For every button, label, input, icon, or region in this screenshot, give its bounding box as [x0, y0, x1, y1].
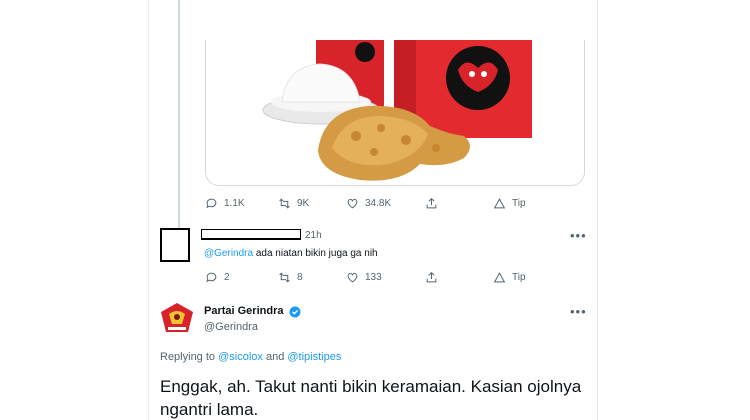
- reply-body: ada niatan bikin juga ga nih: [255, 248, 378, 259]
- retweet-icon: [279, 272, 290, 283]
- avatar[interactable]: [160, 302, 194, 336]
- reply-text: @Gerindra ada niatan bikin juga ga nih: [204, 248, 378, 259]
- replying-to-line: Replying to @sicolox and @tipistipes: [160, 351, 341, 363]
- fried-chicken-photo: [206, 40, 584, 185]
- replying-user-link[interactable]: @tipistipes: [287, 351, 341, 363]
- share-action[interactable]: [425, 271, 444, 284]
- share-icon: [426, 271, 437, 283]
- author-handle[interactable]: @Gerindra: [204, 321, 258, 333]
- garuda-logo-icon: [161, 303, 193, 332]
- more-options-icon[interactable]: •••: [570, 304, 587, 319]
- like-action[interactable]: 34.8K: [346, 197, 391, 210]
- tip-label: Tip: [512, 198, 526, 209]
- retweet-count: 8: [297, 272, 303, 283]
- more-options-icon[interactable]: •••: [570, 228, 587, 243]
- heart-icon: [347, 198, 358, 209]
- retweet-action[interactable]: 8: [278, 271, 303, 284]
- heart-icon: [347, 272, 358, 283]
- retweet-action[interactable]: 9K: [278, 197, 309, 210]
- reply-mention-link[interactable]: @Gerindra: [204, 248, 253, 259]
- thread-connector-line: [178, 0, 180, 232]
- censored-username: [201, 229, 301, 240]
- replying-user-link[interactable]: @sicolox: [218, 351, 263, 363]
- tweet-text: Enggak, ah. Takut nanti bikin keramaian.…: [160, 375, 600, 420]
- reply-action[interactable]: 2: [205, 271, 230, 284]
- tweet-media-image[interactable]: [205, 40, 585, 186]
- share-icon: [426, 197, 437, 209]
- tweet-text-line: Enggak, ah. Takut nanti bikin keramaian.…: [160, 377, 582, 396]
- reply-count: 2: [224, 272, 230, 283]
- like-count: 133: [365, 272, 382, 283]
- share-action[interactable]: [425, 197, 444, 210]
- reply-icon: [206, 272, 217, 283]
- tip-action[interactable]: Tip: [493, 271, 526, 284]
- reply-icon: [206, 198, 217, 209]
- tip-icon: [493, 272, 506, 283]
- tip-icon: [493, 198, 506, 209]
- tip-action[interactable]: Tip: [493, 197, 526, 210]
- tweet-text-line: ngantri lama.: [160, 400, 259, 419]
- replying-and-label: and: [265, 351, 285, 363]
- tip-label: Tip: [512, 272, 526, 283]
- reply-action[interactable]: 1.1K: [205, 197, 245, 210]
- like-count: 34.8K: [365, 198, 392, 209]
- reply-timestamp[interactable]: 21h: [305, 230, 322, 241]
- retweet-count: 9K: [297, 198, 310, 209]
- verified-badge-icon: [289, 305, 301, 318]
- replying-to-label: Replying to: [160, 351, 216, 363]
- reply-count: 1.1K: [224, 198, 245, 209]
- retweet-icon: [279, 198, 290, 209]
- author-name[interactable]: Partai Gerindra: [204, 305, 283, 317]
- censored-avatar: [160, 228, 190, 262]
- like-action[interactable]: 133: [346, 271, 382, 284]
